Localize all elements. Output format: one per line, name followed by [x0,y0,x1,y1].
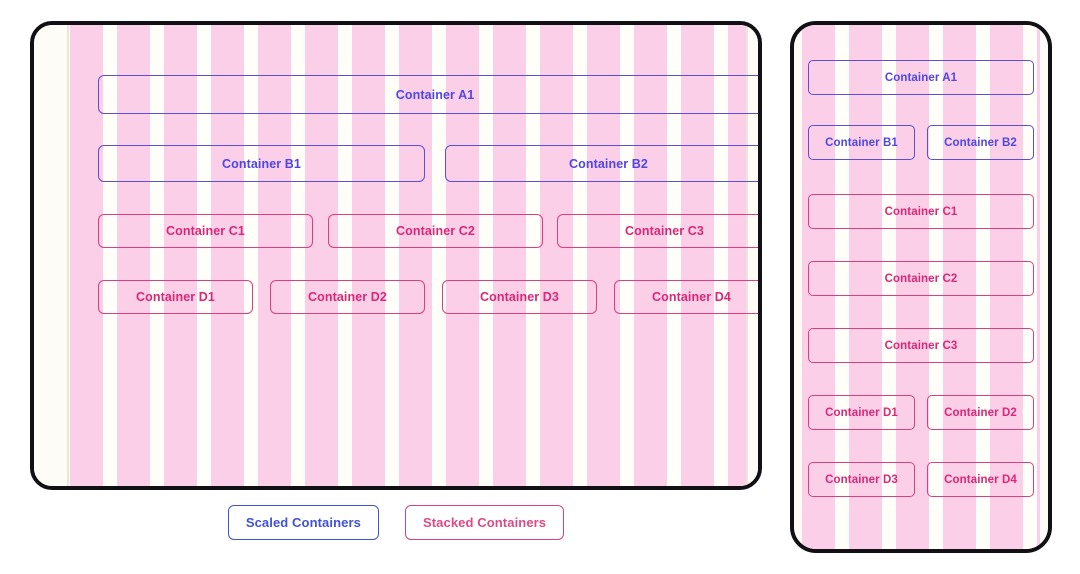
container-box-b1[interactable]: Container B1 [98,145,425,182]
container-label: Container D3 [825,473,898,486]
container-box-d3[interactable]: Container D3 [442,280,597,314]
desktop-left-gutter [67,25,69,486]
container-box-d1[interactable]: Container D1 [808,395,915,430]
container-box-a1[interactable]: Container A1 [808,60,1034,95]
container-label: Container B1 [222,156,301,171]
container-label: Container C1 [884,205,958,218]
container-box-c3[interactable]: Container C3 [557,214,758,248]
legend-chip-label: Stacked Containers [422,515,547,530]
legend: Scaled Containers Stacked Containers [30,505,762,540]
container-label: Container C1 [166,224,245,238]
container-box-c2[interactable]: Container C2 [328,214,543,248]
container-box-b1[interactable]: Container B1 [808,125,915,160]
container-label: Container B2 [944,136,1017,149]
container-box-d2[interactable]: Container D2 [927,395,1034,430]
container-box-a1[interactable]: Container A1 [98,75,758,114]
container-box-d4[interactable]: Container D4 [927,462,1034,497]
container-box-b2[interactable]: Container B2 [927,125,1034,160]
container-label: Container C3 [884,339,958,352]
container-box-d1[interactable]: Container D1 [98,280,253,314]
container-label: Container B2 [569,156,648,171]
mobile-device-frame: Container A1 Container B1 Container B2 Cont… [790,21,1052,553]
comparison-canvas: Container A1 Container B1 Container B2 Cont… [0,0,1080,574]
container-label: Container C3 [625,224,704,238]
container-label: Container D4 [944,473,1017,486]
container-label: Container D4 [652,290,731,304]
container-box-d4[interactable]: Container D4 [614,280,758,314]
container-label: Container D2 [308,290,387,304]
container-box-b2[interactable]: Container B2 [445,145,758,182]
container-label: Container A1 [884,71,958,84]
container-box-c2[interactable]: Container C2 [808,261,1034,296]
container-box-d2[interactable]: Container D2 [270,280,425,314]
container-box-c1[interactable]: Container C1 [98,214,313,248]
legend-chip-label: Scaled Containers [245,515,361,530]
container-label: Container C2 [396,224,475,238]
container-label: Container D3 [480,290,559,304]
desktop-device-frame: Container A1 Container B1 Container B2 Cont… [30,21,762,490]
container-label: Container D2 [944,406,1017,419]
legend-chip-scaled[interactable]: Scaled Containers [227,505,379,540]
container-box-c3[interactable]: Container C3 [808,328,1034,363]
container-label: Container B1 [825,136,898,149]
container-label: Container D1 [136,290,215,304]
container-box-c1[interactable]: Container C1 [808,194,1034,229]
legend-chip-stacked[interactable]: Stacked Containers [404,505,565,540]
container-label: Container D1 [825,406,898,419]
container-label: Container C2 [884,272,958,285]
container-box-d3[interactable]: Container D3 [808,462,915,497]
mobile-viewport[interactable]: Container A1 Container B1 Container B2 Cont… [794,25,1048,549]
container-label: Container A1 [395,87,475,102]
desktop-viewport[interactable]: Container A1 Container B1 Container B2 Cont… [34,25,758,486]
